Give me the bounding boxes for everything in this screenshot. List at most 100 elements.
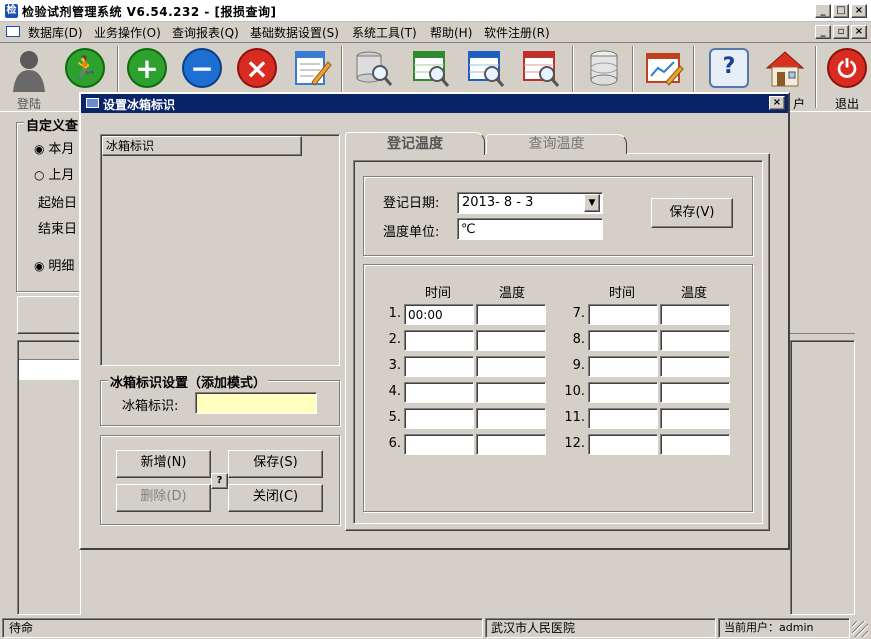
status-hospital: 武汉市人民医院	[485, 618, 716, 638]
temp-input[interactable]	[660, 434, 730, 455]
menu-base-settings[interactable]: 基础数据设置(S)	[250, 24, 339, 41]
row-number: 4.	[388, 384, 401, 399]
temp-input[interactable]	[660, 382, 730, 403]
time-input[interactable]	[588, 382, 658, 403]
temp-input[interactable]	[476, 356, 546, 377]
time-input[interactable]	[588, 304, 658, 325]
row-number: 10.	[564, 384, 585, 399]
bg-grid-row	[19, 359, 80, 380]
blue-table-search-icon	[466, 48, 506, 88]
time-input[interactable]	[588, 434, 658, 455]
time-input[interactable]	[588, 408, 658, 429]
register-date-select[interactable]: 2013- 8 - 3 ▼	[457, 192, 603, 214]
temp-input[interactable]	[660, 330, 730, 351]
time-input[interactable]	[404, 304, 474, 325]
menu-business[interactable]: 业务操作(O)	[94, 24, 161, 41]
maximize-icon[interactable]: □	[833, 4, 849, 18]
row-number: 8.	[572, 332, 585, 347]
plus-icon: +	[127, 48, 167, 88]
list-column-header[interactable]: 冰箱标识	[102, 136, 302, 156]
temp-unit-input[interactable]	[457, 218, 603, 240]
user-silhouette-icon	[9, 48, 49, 92]
temp-input[interactable]	[660, 408, 730, 429]
save-temp-button[interactable]: 保存(V)	[651, 198, 733, 228]
bg-right-strip	[790, 296, 855, 334]
time-input[interactable]	[404, 330, 474, 351]
save-record-button[interactable]: 保存(S)	[228, 450, 323, 478]
help-small-button[interactable]: ?	[211, 473, 228, 489]
add-record-button[interactable]: 新增(N)	[116, 450, 211, 478]
radio-detail[interactable]: ◉ 明细	[34, 255, 74, 274]
status-ready: 待命	[2, 618, 483, 638]
menu-database[interactable]: 数据库(D)	[28, 24, 83, 41]
time-input[interactable]	[404, 434, 474, 455]
menu-register[interactable]: 软件注册(R)	[484, 24, 550, 41]
fridge-settings-title: 冰箱标识设置（添加模式）	[108, 372, 269, 391]
radio-this-month[interactable]: ◉ 本月	[34, 138, 74, 157]
time-input[interactable]	[588, 356, 658, 377]
dialog-close-icon[interactable]: ×	[769, 96, 785, 110]
database-icon	[584, 48, 624, 88]
mdi-restore-icon[interactable]: ▫	[833, 25, 849, 39]
time-input[interactable]	[404, 382, 474, 403]
green-table-search-icon	[411, 48, 451, 88]
chevron-down-icon[interactable]: ▼	[584, 194, 600, 212]
col-temp-header-right: 温度	[681, 286, 708, 301]
menu-tools[interactable]: 系统工具(T)	[352, 24, 417, 41]
status-ready-label: 待命	[9, 621, 34, 635]
dialog-titlebar: 设置冰箱标识 ×	[81, 94, 788, 113]
delete-record-button[interactable]: 删除(D)	[116, 484, 211, 512]
temp-input[interactable]	[476, 408, 546, 429]
temp-input[interactable]	[476, 434, 546, 455]
dialog-title: 设置冰箱标识	[103, 98, 176, 112]
temp-input[interactable]	[660, 304, 730, 325]
row-number: 11.	[564, 410, 585, 425]
chart-edit-icon	[644, 48, 684, 88]
exit-label: 退出	[834, 97, 859, 111]
row-number: 1.	[388, 306, 401, 321]
status-user-label: 当前用户：admin	[724, 621, 814, 634]
close-icon[interactable]: ×	[851, 4, 867, 18]
mdi-minimize-icon[interactable]: _	[815, 25, 831, 39]
toolbar-separator	[815, 46, 817, 108]
radio-detail-label: 明细	[48, 259, 75, 274]
close-dialog-button[interactable]: 关闭(C)	[228, 484, 323, 512]
minimize-icon[interactable]: _	[815, 4, 831, 18]
fridge-id-label: 冰箱标识:	[122, 399, 179, 414]
statusbar: 待命 武汉市人民医院 当前用户：admin	[0, 617, 871, 639]
temp-input[interactable]	[660, 356, 730, 377]
menu-reports[interactable]: 查询报表(Q)	[172, 24, 239, 41]
app-title: 检验试剂管理系统 V6.54.232 - [报损查询]	[22, 5, 277, 19]
tab-register-temp[interactable]: 登记温度	[345, 132, 485, 155]
exit-button[interactable]: ⏻ 退出	[820, 44, 871, 111]
mdi-close-icon[interactable]: ×	[851, 25, 867, 39]
row-number: 5.	[388, 410, 401, 425]
x-icon: ×	[237, 48, 277, 88]
resize-grip-icon[interactable]	[852, 621, 868, 637]
power-icon: ⏻	[827, 48, 867, 88]
tab-register-temp-label: 登记温度	[387, 136, 443, 152]
database-search-icon	[353, 48, 393, 88]
time-input[interactable]	[404, 408, 474, 429]
temp-input[interactable]	[476, 304, 546, 325]
house-icon	[765, 48, 805, 88]
temp-input[interactable]	[476, 330, 546, 351]
app-titlebar: 检 检验试剂管理系统 V6.54.232 - [报损查询] _ □ ×	[0, 0, 871, 22]
menu-help[interactable]: 帮助(H)	[430, 24, 472, 41]
list-column-header-label: 冰箱标识	[106, 139, 155, 153]
radio-checked-icon: ◉	[34, 259, 45, 273]
status-user: 当前用户：admin	[718, 618, 850, 638]
time-input[interactable]	[588, 330, 658, 351]
tab-query-temp[interactable]: 查询温度	[486, 134, 627, 154]
radio-last-month[interactable]: ○ 上月	[34, 164, 74, 183]
temp-input[interactable]	[476, 382, 546, 403]
menubar: 数据库(D) 业务操作(O) 查询报表(Q) 基础数据设置(S) 系统工具(T)…	[0, 22, 871, 42]
help-bubble-icon: ?	[709, 48, 749, 88]
login-button[interactable]: 登陆	[2, 44, 56, 111]
register-date-value: 2013- 8 - 3	[462, 195, 534, 210]
time-input[interactable]	[404, 356, 474, 377]
fridge-id-list[interactable]	[100, 134, 340, 366]
row-number: 2.	[388, 332, 401, 347]
fridge-id-input[interactable]	[195, 392, 317, 414]
row-number: 3.	[388, 358, 401, 373]
